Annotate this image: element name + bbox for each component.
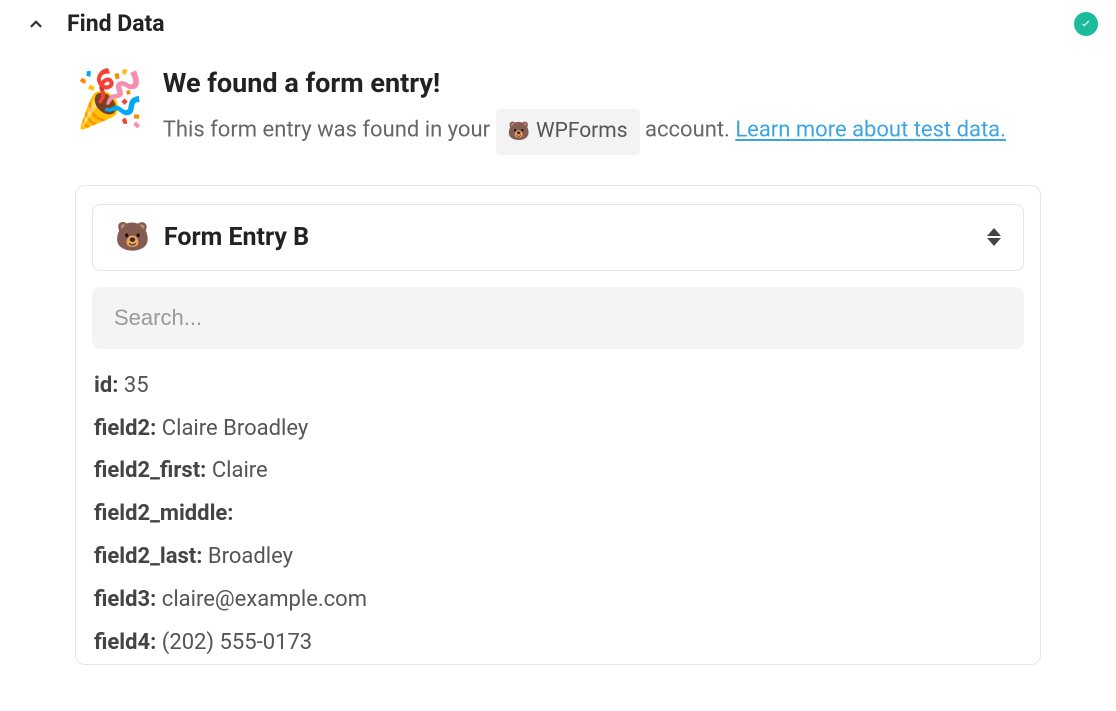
collapse-toggle[interactable] bbox=[25, 13, 47, 35]
field-key: id: bbox=[94, 373, 124, 398]
message-description: This form entry was found in your 🐻 WPFo… bbox=[163, 109, 1041, 155]
confetti-icon: 🎉 bbox=[75, 71, 145, 127]
message-title: We found a form entry! bbox=[163, 67, 1041, 99]
field-key: field4: bbox=[94, 630, 162, 655]
sort-arrows-icon bbox=[987, 228, 1001, 246]
learn-more-link[interactable]: Learn more about test data. bbox=[735, 118, 1006, 143]
account-badge: 🐻 WPForms bbox=[496, 109, 640, 155]
field-row: field4: (202) 555-0173 bbox=[94, 628, 1014, 659]
field-row: field2_last: Broadley bbox=[94, 542, 1014, 573]
message-desc-after: account. bbox=[645, 118, 735, 143]
field-row: field2_middle: bbox=[94, 499, 1014, 530]
field-row: field3: claire@example.com bbox=[94, 585, 1014, 616]
dropdown-label: Form Entry B bbox=[164, 223, 987, 252]
results-panel: 🐻 Form Entry B id: 35 field2: Claire Broa… bbox=[75, 185, 1041, 665]
entry-select-dropdown[interactable]: 🐻 Form Entry B bbox=[92, 204, 1024, 271]
badge-label: WPForms bbox=[536, 113, 628, 151]
field-key: field2_first: bbox=[94, 458, 212, 483]
status-success-icon bbox=[1074, 12, 1098, 36]
wpforms-icon: 🐻 bbox=[508, 116, 530, 148]
section-header: Find Data bbox=[20, 10, 1096, 57]
field-row: id: 35 bbox=[94, 371, 1014, 402]
message-desc-before: This form entry was found in your bbox=[163, 118, 496, 143]
fields-list[interactable]: id: 35 field2: Claire Broadley field2_firs… bbox=[92, 371, 1024, 661]
field-key: field2_middle: bbox=[94, 501, 233, 526]
field-value: Claire bbox=[212, 458, 268, 483]
result-message: 🎉 We found a form entry! This form entry… bbox=[20, 67, 1096, 155]
search-input[interactable] bbox=[92, 287, 1024, 349]
field-value: Broadley bbox=[208, 544, 293, 569]
field-value: 35 bbox=[124, 373, 149, 398]
field-row: field2_first: Claire bbox=[94, 456, 1014, 487]
field-key: field2_last: bbox=[94, 544, 208, 569]
section-title: Find Data bbox=[67, 10, 165, 37]
field-value: (202) 555-0173 bbox=[162, 630, 312, 655]
field-row: field2: Claire Broadley bbox=[94, 414, 1014, 445]
field-key: field2: bbox=[94, 416, 162, 441]
field-value: Claire Broadley bbox=[162, 416, 309, 441]
field-value: claire@example.com bbox=[162, 587, 367, 612]
bear-icon: 🐻 bbox=[115, 223, 150, 251]
field-key: field3: bbox=[94, 587, 162, 612]
